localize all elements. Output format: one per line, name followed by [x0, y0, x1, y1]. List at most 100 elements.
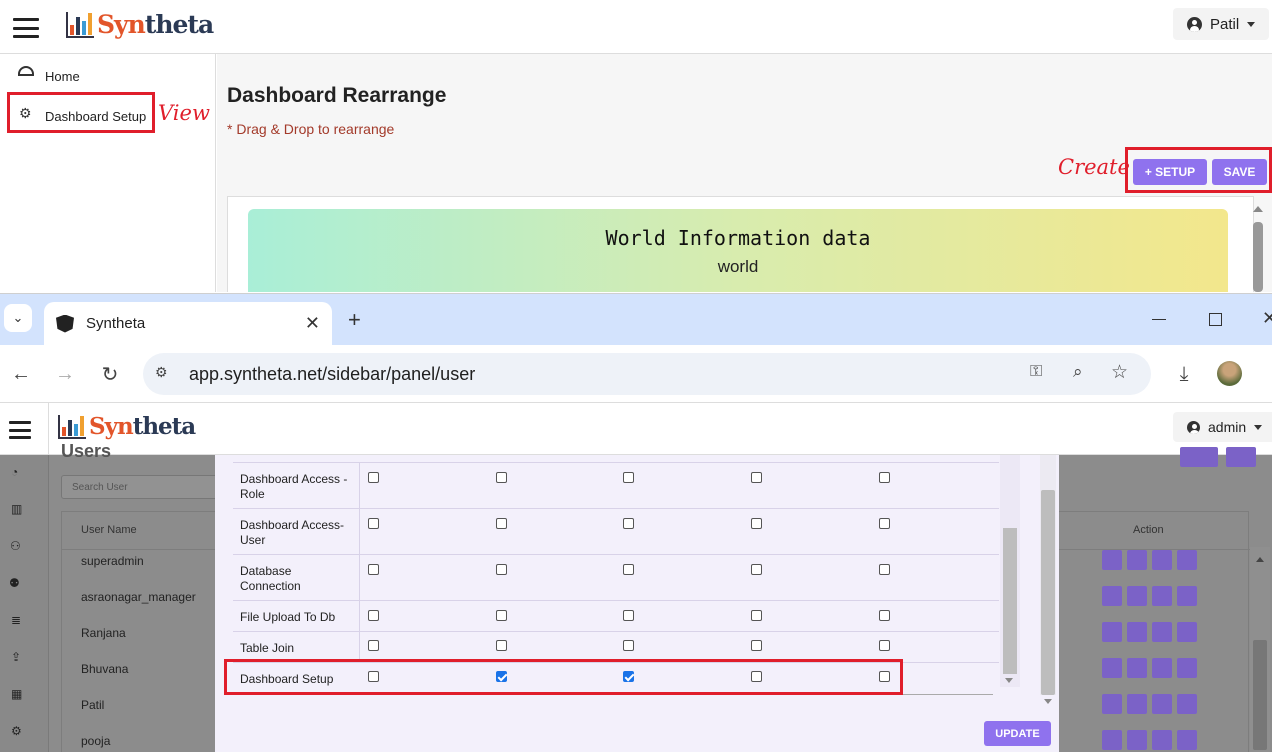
permission-checkbox[interactable]: [751, 610, 762, 621]
inner-scrollbar[interactable]: [1000, 455, 1020, 687]
minimize-icon[interactable]: [1152, 319, 1166, 320]
table-icon[interactable]: ▦: [11, 687, 22, 701]
permission-checkbox[interactable]: [751, 472, 762, 483]
export-button[interactable]: [1226, 447, 1256, 467]
table-scrollbar[interactable]: [1250, 547, 1270, 752]
permission-checkbox[interactable]: [368, 640, 379, 651]
users-icon[interactable]: ⚉: [9, 576, 20, 590]
row-actions[interactable]: [1102, 622, 1197, 642]
browser-tab[interactable]: Syntheta ✕: [44, 302, 332, 345]
save-button[interactable]: SAVE: [1212, 159, 1267, 185]
permission-checkbox[interactable]: [751, 518, 762, 529]
permission-checkbox[interactable]: [623, 610, 634, 621]
row-actions[interactable]: [1102, 586, 1197, 606]
dashboard-icon[interactable]: ◔: [11, 465, 18, 479]
permission-checkbox[interactable]: [496, 610, 507, 621]
back-icon[interactable]: ←: [8, 361, 34, 387]
user-row-name[interactable]: Ranjana: [81, 626, 126, 640]
permission-checkbox[interactable]: [496, 564, 507, 575]
row-actions[interactable]: [1102, 550, 1197, 570]
browser-window: ⌄ Syntheta ✕ + ✕ ← → ↻ ⚙ app.syntheta.ne…: [0, 293, 1272, 752]
star-icon[interactable]: ☆: [1111, 361, 1128, 384]
row-actions[interactable]: [1102, 694, 1197, 714]
page-title: Dashboard Rearrange: [227, 84, 447, 107]
row-actions[interactable]: [1102, 658, 1197, 678]
permission-checkbox[interactable]: [879, 472, 890, 483]
maximize-icon[interactable]: [1209, 313, 1222, 326]
main-panel: Dashboard Rearrange * Drag & Drop to rea…: [217, 54, 1272, 292]
download-icon[interactable]: ⤓: [1171, 360, 1197, 388]
angular-icon: [56, 314, 74, 333]
permission-checkbox[interactable]: [879, 564, 890, 575]
modal-scrollbar[interactable]: [1040, 455, 1056, 695]
permission-checkbox[interactable]: [623, 564, 634, 575]
permission-checkbox[interactable]: [623, 518, 634, 529]
address-bar: ← → ↻ ⚙ app.syntheta.net/sidebar/panel/u…: [0, 345, 1272, 403]
user-row-name[interactable]: Bhuvana: [81, 662, 128, 676]
reload-icon[interactable]: ↻: [97, 361, 123, 387]
close-icon[interactable]: ✕: [305, 313, 320, 334]
forward-icon[interactable]: →: [52, 361, 78, 387]
add-user-button[interactable]: [1180, 447, 1218, 467]
permission-checkbox[interactable]: [368, 564, 379, 575]
users-page-title: Users: [61, 441, 112, 457]
permission-checkbox[interactable]: [368, 610, 379, 621]
permission-checkbox[interactable]: [368, 518, 379, 529]
database-icon[interactable]: ≣: [11, 613, 21, 627]
profile-avatar[interactable]: [1217, 361, 1242, 386]
caret-down-icon: [1247, 21, 1256, 27]
url-text: app.syntheta.net/sidebar/panel/user: [189, 363, 476, 384]
permission-checkbox[interactable]: [623, 472, 634, 483]
user-menu[interactable]: Patil: [1173, 8, 1270, 40]
permission-checkbox[interactable]: [623, 640, 634, 651]
user-row-name[interactable]: pooja: [81, 734, 110, 748]
scroll-down-icon[interactable]: [1044, 699, 1052, 704]
inner-app-header: Syntheta admin: [0, 403, 1272, 455]
col-action: Action: [1133, 524, 1164, 536]
permission-checkbox[interactable]: [496, 472, 507, 483]
upload-icon[interactable]: ⇪: [11, 650, 21, 664]
dashboard-canvas: World Information data world: [227, 196, 1254, 292]
drag-hint: * Drag & Drop to rearrange: [227, 121, 395, 137]
inner-menu-icon[interactable]: [9, 421, 31, 439]
user-row-name[interactable]: superadmin: [81, 554, 144, 568]
syntheta-logo: Syntheta: [66, 10, 214, 39]
url-field[interactable]: ⚙ app.syntheta.net/sidebar/panel/user ⚿ …: [143, 353, 1151, 395]
permission-checkbox[interactable]: [751, 640, 762, 651]
permission-checkbox[interactable]: [879, 610, 890, 621]
dashboard-card[interactable]: World Information data world: [248, 209, 1228, 292]
inner-syntheta-logo: Syntheta: [58, 413, 196, 440]
user-row-name[interactable]: asraonagar_manager: [81, 590, 196, 604]
scrollbar[interactable]: [1253, 206, 1263, 292]
admin-user-menu[interactable]: admin: [1173, 412, 1272, 442]
permission-checkbox[interactable]: [879, 518, 890, 529]
site-settings-icon[interactable]: ⚙: [155, 364, 168, 381]
settings-icon[interactable]: ⚙: [11, 724, 22, 738]
row-actions[interactable]: [1102, 730, 1197, 750]
search-user-input[interactable]: Search User: [61, 475, 221, 499]
sidebar-item-home[interactable]: Home: [45, 69, 80, 84]
add-setup-button[interactable]: + SETUP: [1133, 159, 1207, 185]
col-user-name[interactable]: User Name: [81, 524, 137, 536]
annotation-view: View: [158, 101, 210, 125]
zoom-icon[interactable]: ⌕: [1073, 362, 1083, 382]
permission-checkbox[interactable]: [368, 472, 379, 483]
caret-down-icon: [1254, 424, 1263, 430]
menu-icon[interactable]: [13, 18, 39, 38]
annotation-box-view: [7, 92, 155, 133]
permission-checkbox[interactable]: [496, 640, 507, 651]
permission-row: File Upload To Db: [233, 601, 999, 632]
permission-checkbox[interactable]: [879, 640, 890, 651]
permission-checkbox[interactable]: [496, 518, 507, 529]
scroll-down-icon[interactable]: [1005, 678, 1013, 683]
user-add-icon[interactable]: ⚇: [10, 539, 21, 553]
tab-search-icon[interactable]: ⌄: [4, 304, 32, 332]
key-icon[interactable]: ⚿: [1030, 363, 1042, 381]
user-name: Patil: [1210, 15, 1240, 33]
chart-icon[interactable]: ▥: [11, 502, 22, 516]
user-row-name[interactable]: Patil: [81, 698, 104, 712]
update-button[interactable]: UPDATE: [984, 721, 1051, 746]
window-close-icon[interactable]: ✕: [1262, 308, 1272, 329]
new-tab-button[interactable]: +: [348, 307, 361, 333]
permission-checkbox[interactable]: [751, 564, 762, 575]
